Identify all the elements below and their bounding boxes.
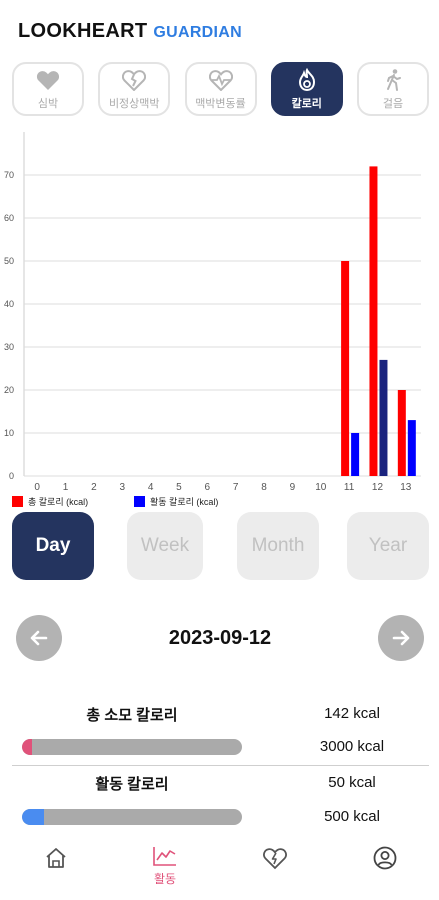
y-tick-label: 30 <box>4 342 14 352</box>
x-tick-label: 5 <box>176 482 182 493</box>
total-calories-progress-fill <box>22 739 33 755</box>
y-tick-label: 50 <box>4 256 14 266</box>
range-week-button[interactable]: Week <box>127 512 203 580</box>
active-calories-value: 50 kcal <box>328 774 376 791</box>
x-tick-label: 7 <box>233 482 239 493</box>
active-calories-goal: 500 kcal <box>324 808 380 825</box>
date-navigator: 2023-09-12 <box>16 615 424 663</box>
range-day-button[interactable]: Day <box>12 512 94 580</box>
x-tick-label: 1 <box>63 482 69 493</box>
active-calories-progress <box>22 809 242 825</box>
y-tick-label: 40 <box>4 299 14 309</box>
arrow-right-icon <box>392 630 410 646</box>
y-tick-label: 10 <box>4 428 14 438</box>
total-calories-label: 총 소모 칼로리 <box>86 707 178 724</box>
bar-total-calories <box>369 166 378 476</box>
x-tick-label: 0 <box>34 482 40 493</box>
tab-label: 칼로리 <box>291 98 322 110</box>
broken-heart-icon <box>121 67 147 93</box>
bar-total-calories <box>341 261 350 476</box>
range-selector: Day Week Month Year <box>12 512 429 582</box>
bar-active-calories <box>351 433 360 476</box>
walking-icon <box>380 67 406 93</box>
nav-health-button[interactable] <box>245 845 305 897</box>
nav-profile-button[interactable] <box>355 845 415 897</box>
heart-icon <box>35 67 61 93</box>
app-subtitle: GUARDIAN <box>153 24 242 41</box>
bar-active-calories <box>379 359 388 476</box>
y-tick-label: 60 <box>4 213 14 223</box>
x-tick-label: 11 <box>344 482 355 493</box>
y-tick-label: 0 <box>9 471 14 481</box>
total-calories-value: 142 kcal <box>324 705 380 722</box>
home-icon <box>46 848 66 868</box>
bar-active-calories <box>407 420 416 476</box>
x-tick-label: 6 <box>205 482 211 493</box>
nav-activity-label: 활동 <box>153 872 177 886</box>
heartbeat-pulse-icon <box>208 67 234 93</box>
tab-calories[interactable]: 칼로리 <box>270 62 343 116</box>
tab-label: 맥박변동률 <box>195 98 246 110</box>
nav-home-button[interactable] <box>26 845 86 897</box>
x-tick-label: 2 <box>91 482 97 493</box>
x-tick-label: 13 <box>400 482 412 493</box>
activity-chart-icon <box>153 847 176 866</box>
next-date-button[interactable] <box>378 615 424 661</box>
range-month-button[interactable]: Month <box>237 512 319 580</box>
metric-tabs: 심박 비정상맥박 맥박변동률 칼로리 걸음 <box>12 62 429 118</box>
tab-arrhythmia[interactable]: 비정상맥박 <box>98 62 171 116</box>
calorie-chart: 0 10 20 30 40 50 60 70 0 1 2 3 4 5 6 7 8 9 10 11 12 13 총 칼로리 (… <box>0 130 439 510</box>
y-tick-label: 20 <box>4 385 14 395</box>
app-header: LOOKHEART GUARDIAN <box>18 20 242 46</box>
tab-label: 걸음 <box>382 98 404 110</box>
flame-icon <box>294 67 320 93</box>
tab-hrv[interactable]: 맥박변동률 <box>184 62 257 116</box>
tab-label: 심박 <box>37 98 59 110</box>
bar-total-calories <box>397 390 406 476</box>
section-divider <box>12 765 429 766</box>
app-title: LOOKHEART <box>18 20 148 42</box>
tab-label: 비정상맥박 <box>108 98 160 110</box>
legend-swatch-active <box>134 496 145 507</box>
legend-swatch-total <box>12 496 23 507</box>
x-tick-label: 8 <box>261 482 267 493</box>
calorie-bar-chart: 0102030405060700 1 2 3 4 5 6 7 8 9 10 11 12 13총 칼로리 (… <box>4 132 421 507</box>
selected-date: 2023-09-12 <box>168 627 272 649</box>
nav-activity-button[interactable]: 활동 <box>135 845 195 897</box>
x-tick-label: 12 <box>372 482 384 493</box>
x-tick-label: 9 <box>290 482 296 493</box>
x-tick-label: 10 <box>315 482 327 493</box>
total-calories-goal: 3000 kcal <box>319 738 385 755</box>
tab-steps[interactable]: 걸음 <box>357 62 429 116</box>
x-tick-label: 4 <box>148 482 154 493</box>
range-year-button[interactable]: Year <box>347 512 429 580</box>
heart-bolt-icon <box>263 848 287 870</box>
legend-label-active: 활동 칼로리 (kcal) <box>150 496 218 507</box>
profile-icon <box>373 846 397 870</box>
active-calories-label: 활동 칼로리 <box>95 776 169 793</box>
legend-label-total: 총 칼로리 (kcal) <box>28 497 88 507</box>
active-calories-progress-fill <box>22 809 44 825</box>
bottom-navigation: 활동 <box>0 845 439 900</box>
x-tick-label: 3 <box>119 482 125 493</box>
y-tick-label: 70 <box>4 170 14 180</box>
tab-heart-rate[interactable]: 심박 <box>12 62 84 116</box>
total-calories-progress <box>22 739 242 755</box>
